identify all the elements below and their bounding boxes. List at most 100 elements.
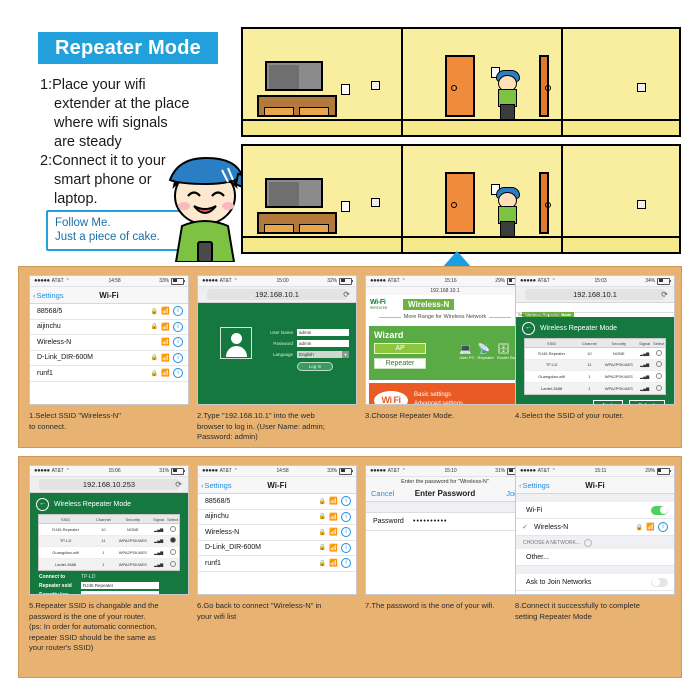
table-row[interactable]: RJ45 Repeater 10 NONE ▂▄▆: [39, 524, 179, 536]
refresh-button[interactable]: Refresh: [629, 400, 665, 404]
table-row[interactable]: TP-LD 11 WPA2PSK/AES ▂▄▆: [525, 359, 665, 372]
list-item[interactable]: 88568/5 🔒 📶 i: [198, 494, 356, 510]
repeater-mode-button[interactable]: Repeater: [374, 358, 426, 369]
connected-network-row[interactable]: ✓ Wireless-N 🔒 📶 i: [516, 519, 674, 536]
battery-percent: 31%: [495, 468, 505, 474]
password-label: Password: [273, 341, 293, 346]
list-item[interactable]: aijinchu 🔒 📶 i: [198, 510, 356, 525]
table-row[interactable]: Lantel-3688 1 WPA2PSK/AES ▂▄▆: [525, 382, 665, 395]
other-network-row[interactable]: Other...: [516, 549, 674, 566]
apply-button[interactable]: Apply: [592, 400, 624, 404]
security-key-label: Security key: [39, 591, 69, 595]
security-key-field[interactable]: [81, 591, 159, 594]
signal-icon: ▂▄▆: [154, 538, 164, 544]
cell-ssid: TP-LD: [545, 362, 558, 368]
product-badge: Wireless-N: [403, 298, 455, 310]
info-icon[interactable]: i: [173, 337, 183, 348]
browser-url-bar[interactable]: 192.168.10.1 ⟳: [198, 287, 356, 303]
carrier-label: AT&T: [537, 468, 550, 474]
select-radio[interactable]: [166, 536, 179, 547]
language-select[interactable]: English ▾: [297, 351, 349, 358]
select-radio[interactable]: [652, 371, 665, 382]
battery-icon: [171, 277, 185, 285]
reload-icon[interactable]: ⟳: [343, 290, 350, 299]
table-row[interactable]: Guangdian-wifi 1 WPA2PSK/AES ▂▄▆: [39, 547, 179, 559]
repeater-ssid-field[interactable]: RJ45 Repeater: [81, 582, 159, 590]
back-arrow-icon[interactable]: ←: [522, 322, 535, 335]
list-item[interactable]: 88568/5 🔒 📶 i: [30, 304, 188, 320]
select-radio[interactable]: [166, 547, 179, 558]
select-radio[interactable]: [166, 559, 179, 570]
back-button[interactable]: ‹ Settings: [519, 481, 550, 490]
wifi-signal-icon: 📶: [161, 323, 170, 331]
wifi-toggle-row[interactable]: Wi-Fi: [516, 502, 674, 519]
table-row[interactable]: RJ45 Repeater 10 NONE ▂▄▆: [525, 348, 665, 360]
info-icon[interactable]: i: [173, 352, 183, 363]
col-security: Security: [125, 516, 140, 522]
diagram-label: User PC: [459, 355, 475, 360]
info-icon[interactable]: i: [341, 511, 351, 522]
cancel-button[interactable]: Cancel: [371, 489, 394, 498]
list-item[interactable]: aijinchu 🔒 📶 i: [30, 320, 188, 335]
signal-icon: ▂▄▆: [640, 362, 650, 368]
list-item[interactable]: D-Link_DIR-600M 🔒 📶 i: [198, 541, 356, 556]
signal-icon: ▂▄▆: [640, 373, 650, 379]
advanced-settings-link[interactable]: Advanced settings: [414, 400, 463, 404]
basic-settings-link[interactable]: Basic settings: [414, 391, 463, 400]
select-radio[interactable]: [166, 524, 179, 535]
password-field[interactable]: ••••••••••: [413, 518, 448, 525]
login-button[interactable]: Log In: [297, 362, 333, 371]
table-row[interactable]: Lantel-3688 1 WPA2PSK/AES ▂▄▆: [39, 558, 179, 571]
list-item[interactable]: D-Link_DIR-600M 🔒 📶 i: [30, 351, 188, 366]
col-signal: Signal: [639, 340, 651, 346]
back-button[interactable]: ‹ Settings: [33, 291, 64, 300]
username-field[interactable]: admin: [297, 329, 349, 336]
list-item[interactable]: Wireless-N 🔒 📶 i: [198, 525, 356, 541]
wifi-toggle[interactable]: [651, 505, 668, 515]
password-field[interactable]: admin: [297, 340, 349, 347]
url-text[interactable]: 192.168.10.1: [366, 287, 524, 295]
select-radio[interactable]: [652, 383, 665, 394]
drawer: [264, 224, 294, 233]
back-arrow-icon[interactable]: ←: [36, 498, 49, 511]
select-radio[interactable]: [652, 360, 665, 371]
instruction-line: extender at the place: [54, 96, 190, 112]
browser-url-bar[interactable]: 192.168.10.253 ⟳: [30, 477, 188, 493]
tagline-text: More Range for Wireless Network: [403, 314, 487, 320]
ask-to-join-row[interactable]: Ask to Join Networks: [516, 574, 674, 591]
list-item[interactable]: Wireless-N 📶 i: [30, 335, 188, 351]
list-item[interactable]: runf1 🔒 📶 i: [198, 556, 356, 572]
table-row[interactable]: Guangdian-wifi 1 WPA2PSK/AES ▂▄▆: [525, 371, 665, 383]
wifi-signal-icon: 📶: [329, 498, 338, 506]
battery-icon: [339, 277, 353, 285]
step-4: ●●●●●AT&T⌃ 15:03 34% 192.168.10.1 ⟳ Wire…: [515, 275, 675, 420]
url-text[interactable]: 192.168.10.1: [525, 289, 665, 300]
browser-url-bar[interactable]: 192.168.10.1 ⟳: [516, 287, 674, 303]
list-item[interactable]: runf1 🔒 📶 i: [30, 366, 188, 382]
password-row[interactable]: Password ••••••••••: [366, 513, 524, 531]
url-text[interactable]: 192.168.10.1: [207, 289, 347, 300]
info-icon[interactable]: i: [173, 306, 183, 317]
ask-to-join-toggle[interactable]: [651, 577, 668, 587]
info-icon[interactable]: i: [341, 527, 351, 538]
info-icon[interactable]: i: [173, 321, 183, 332]
info-icon[interactable]: i: [341, 558, 351, 569]
info-icon[interactable]: i: [341, 542, 351, 553]
reload-icon[interactable]: ⟳: [175, 480, 182, 489]
step-caption: 8.Connect it successfully to complete se…: [515, 601, 640, 621]
wall-socket-icon: [371, 81, 380, 90]
select-radio[interactable]: [652, 348, 665, 359]
back-button[interactable]: ‹ Settings: [201, 481, 232, 490]
reload-icon[interactable]: ⟳: [661, 290, 668, 299]
wifi-logo-icon: Wi Fi: [374, 390, 408, 404]
url-text[interactable]: 192.168.10.253: [39, 479, 179, 490]
info-icon[interactable]: i: [173, 368, 183, 379]
table-row[interactable]: TP-LD 11 WPA2PSK/AES ▂▄▆: [39, 535, 179, 548]
ap-mode-button[interactable]: AP: [374, 343, 426, 354]
network-name: 88568/5: [205, 497, 231, 505]
status-bar: ●●●●● AT&T ⌃ 15:16 29%: [366, 276, 524, 287]
info-icon[interactable]: i: [658, 522, 668, 532]
carrier-label: AT&T: [51, 468, 64, 474]
info-icon[interactable]: i: [341, 496, 351, 507]
col-channel: Channel: [95, 516, 111, 522]
